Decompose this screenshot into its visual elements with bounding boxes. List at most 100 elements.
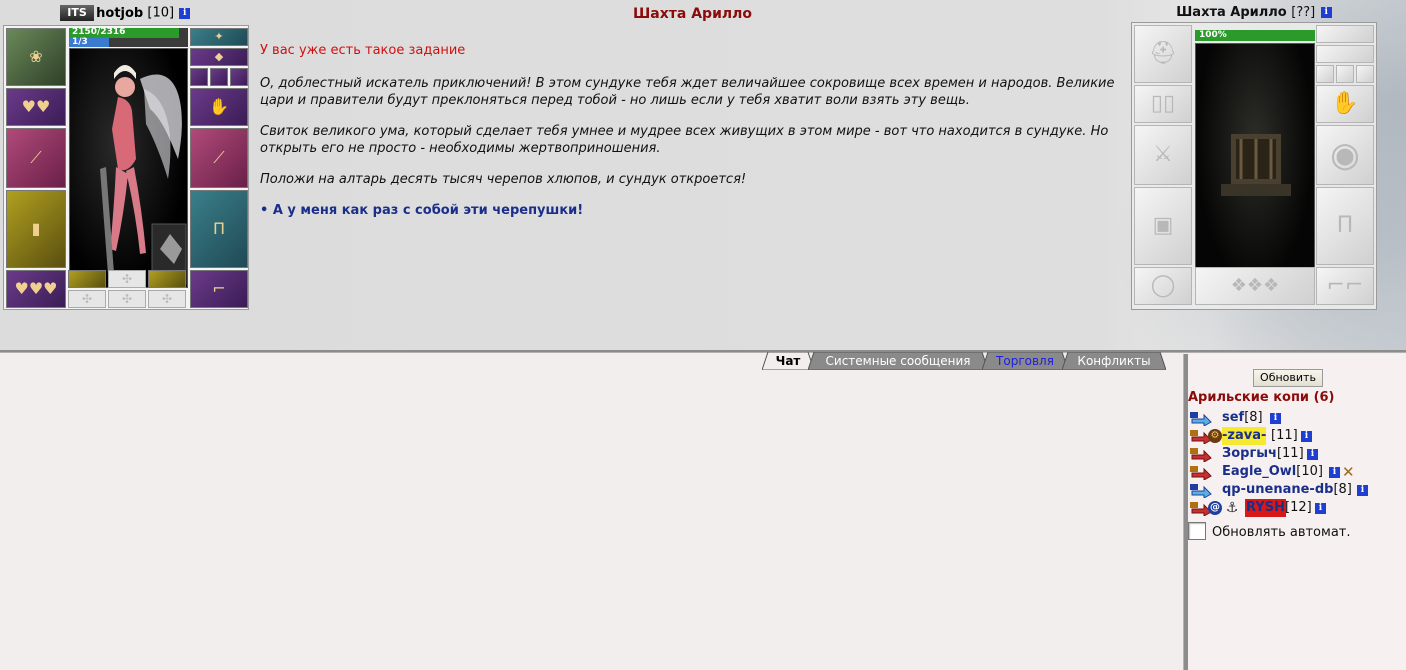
tab-chat[interactable]: Чат — [762, 352, 814, 370]
user-row: @ ⚓ RYSH [12] i — [1188, 499, 1406, 517]
belt-icon: ◯ — [1150, 273, 1176, 298]
ring-slot-1[interactable] — [190, 68, 208, 86]
player-mp-text: 1/3 — [72, 37, 88, 47]
user-level: [12] — [1285, 500, 1312, 515]
shield-icon: ◉ — [1330, 135, 1360, 175]
earring-icon: ◆ — [214, 50, 224, 63]
user-info-icon[interactable]: i — [1270, 413, 1281, 424]
quest-warning: У вас уже есть такое задание — [260, 43, 466, 58]
horizontal-splitter[interactable] — [0, 350, 1406, 353]
user-nick[interactable]: sef[8] — [1222, 409, 1263, 427]
target-ring-slot-2 — [1336, 65, 1354, 83]
target-equipment-panel: ⛑ ▯▯ ⚔ ▣ ◯ 100% ✋ ◉ Π ⌐⌐ ❖❖❖ — [1131, 22, 1377, 310]
tab-system-messages[interactable]: Системные сообщения — [808, 352, 988, 370]
ring-slot-3[interactable] — [230, 68, 248, 86]
user-level: [10] — [1296, 464, 1323, 479]
pocket-slot-1[interactable] — [68, 270, 106, 288]
user-info-icon[interactable]: i — [1315, 503, 1326, 514]
user-level: [11] — [1276, 446, 1304, 461]
helmet-slot[interactable]: ❀ — [6, 28, 66, 86]
bracers-slot[interactable]: ♥♥ — [6, 88, 66, 126]
clan-gear-icon[interactable]: ⚙ — [1208, 429, 1222, 443]
clan-sign-icon[interactable]: @ — [1208, 501, 1222, 515]
armor-icon: ▣ — [1152, 213, 1174, 238]
game-top-panel: ITS hotjob [10] i ❀ ♥♥ ⟋ ▮ ♥♥♥ 2150/2316… — [0, 0, 1406, 350]
auto-refresh-checkbox[interactable] — [1188, 522, 1206, 540]
anchor-icon[interactable]: ⚓ — [1225, 501, 1239, 515]
target-weapon-slot: ⚔ — [1134, 125, 1192, 185]
player-equipment-panel: ❀ ♥♥ ⟋ ▮ ♥♥♥ 2150/2316 1/3 ✦ ◆ ✋ ⟋ Π ⌐ ✣… — [3, 25, 249, 310]
target-legs-slot: Π — [1316, 187, 1374, 265]
user-info-icon[interactable]: i — [1307, 449, 1318, 460]
target-level: [??] — [1291, 5, 1316, 20]
private-message-icon[interactable] — [1190, 484, 1212, 498]
refresh-button[interactable]: Обновить — [1253, 369, 1323, 387]
target-info-icon[interactable]: i — [1320, 7, 1332, 18]
tab-conflicts-label: Конфликты — [1077, 354, 1151, 368]
user-info-icon[interactable]: i — [1301, 431, 1312, 442]
tab-trade[interactable]: Торговля — [982, 352, 1068, 370]
user-nick[interactable]: qp-unenane-db[8] — [1222, 481, 1352, 499]
dagger-icon: ⟋ — [30, 148, 42, 167]
sword-icon: ⚔ — [1153, 142, 1173, 167]
user-info-icon[interactable]: i — [1357, 485, 1368, 496]
bracers-icon: ▯▯ — [1150, 91, 1176, 116]
leggings-icon: Π — [212, 219, 226, 238]
private-message-icon[interactable] — [1190, 412, 1212, 426]
pocket-slot-2[interactable]: ✣ — [108, 270, 146, 288]
weapon-left-slot[interactable]: ⟋ — [6, 128, 66, 188]
leggings-icon: Π — [1336, 213, 1354, 238]
gloves-slot[interactable]: ✋ — [190, 88, 248, 126]
chat-messages-area[interactable] — [0, 372, 1183, 670]
tab-conflicts[interactable]: Конфликты — [1062, 352, 1166, 370]
earring-slot[interactable]: ◆ — [190, 48, 248, 66]
belt-slot[interactable]: ♥♥♥ — [6, 270, 66, 308]
ring-slot-2[interactable] — [210, 68, 228, 86]
user-nick[interactable]: Зоргыч[11] — [1222, 445, 1304, 463]
dagger-icon: ⟋ — [213, 148, 225, 167]
bracers-icon: ♥♥ — [21, 97, 51, 116]
weapon-right-slot[interactable]: ⟋ — [190, 128, 248, 188]
target-pocket-slot: ❖❖❖ — [1195, 267, 1315, 305]
battle-crossed-swords-icon[interactable]: ✕ — [1342, 463, 1355, 481]
private-message-icon[interactable] — [1190, 448, 1212, 462]
user-row: Зоргыч[11] i — [1188, 445, 1406, 463]
clan-emblem[interactable]: ITS — [60, 5, 94, 21]
user-level: [8] — [1244, 410, 1263, 425]
dialog-paragraph: Свиток великого ума, который сделает теб… — [260, 124, 1109, 156]
armor-slot[interactable]: ▮ — [6, 190, 66, 268]
user-nick[interactable]: -zava- — [1222, 427, 1267, 445]
tab-system-messages-label: Системные сообщения — [825, 354, 971, 368]
target-ring-slot-3 — [1356, 65, 1374, 83]
pocket-slot-3[interactable] — [148, 270, 186, 288]
user-nick[interactable]: RYSH — [1245, 499, 1286, 517]
pocket-slot-5[interactable]: ✣ — [108, 290, 146, 308]
wreath-icon: ❀ — [29, 47, 43, 66]
pocket-slot-6[interactable]: ✣ — [148, 290, 186, 308]
private-message-icon[interactable] — [1190, 466, 1212, 480]
empty-slot-icon: ✣ — [121, 292, 133, 306]
target-image[interactable] — [1195, 43, 1315, 288]
player-info-icon[interactable]: i — [179, 7, 191, 19]
gloves-icon: ✋ — [209, 97, 229, 116]
user-nick[interactable]: Eagle_Owl[10] — [1222, 463, 1323, 481]
user-info-icon[interactable]: i — [1329, 467, 1340, 478]
legs-slot[interactable]: Π — [190, 190, 248, 268]
target-ring-slot-1 — [1316, 65, 1334, 83]
player-avatar[interactable] — [69, 48, 188, 288]
helmet-icon: ⛑ — [1149, 41, 1177, 66]
mine-chest-picture — [1221, 134, 1291, 196]
target-name-line: Шахта Арилло [??] i — [1130, 5, 1378, 20]
tab-trade-label: Торговля — [996, 354, 1054, 368]
target-shield-slot: ◉ — [1316, 125, 1374, 185]
amulet-slot[interactable]: ✦ — [190, 28, 248, 46]
avatar-figure — [100, 65, 187, 285]
dialog-answer-link[interactable]: • А у меня как раз с собой эти черепушки… — [260, 202, 1120, 219]
boots-icon: ⌐⌐ — [1326, 273, 1364, 298]
boots-slot[interactable]: ⌐ — [190, 270, 248, 308]
target-name: Шахта Арилло — [1176, 5, 1287, 20]
pocket-slot-4[interactable]: ✣ — [68, 290, 106, 308]
empty-slot-icon: ✣ — [81, 292, 93, 306]
empty-slot-icon: ✣ — [161, 292, 173, 306]
target-amulet-slot — [1316, 25, 1374, 43]
